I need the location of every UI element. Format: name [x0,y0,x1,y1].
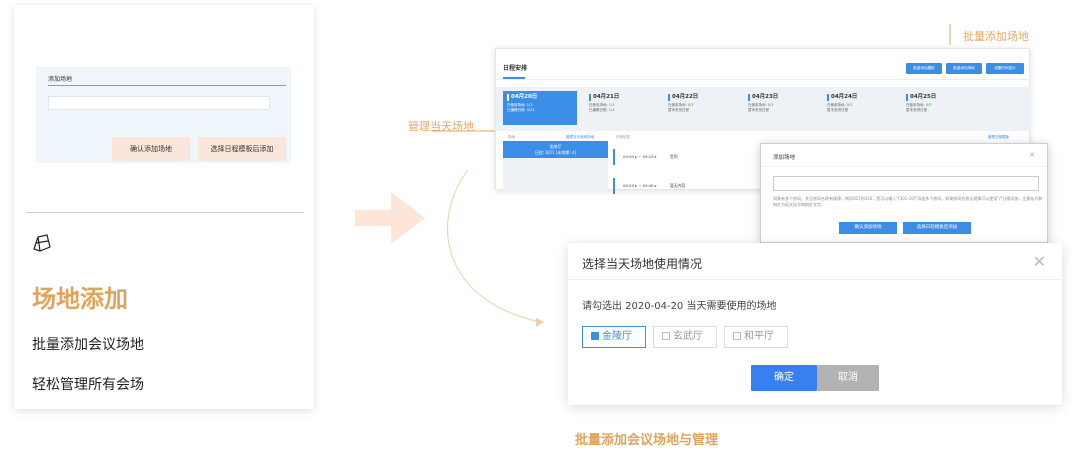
schedule-slot[interactable]: 09:00 ▸ ~ 09:15 ▸ 签到 [613,149,763,165]
cancel-button[interactable]: 取消 [817,365,879,391]
figure-caption: 批量添加会议场地与管理 [575,433,719,448]
dialog-title: 添加场地 [773,155,796,161]
checkbox-icon [591,332,599,340]
dialog-title: 选择当天场地使用情况 [582,257,703,271]
venue-checkbox-jinling[interactable]: 金陵厅 [582,326,646,348]
venue-checkbox-xuanwu[interactable]: 玄武厅 [653,326,717,348]
annotation-manage-day: 管理当天场地 [408,120,474,133]
venue-checkbox-heping[interactable]: 和平厅 [724,326,788,348]
date-cell[interactable]: 04月21日 在使用场地: 1/3 已编辑日程: 1/4 [585,91,659,125]
manage-template-link[interactable]: 管理日程模板 [988,135,1009,140]
dialog-hint: 如果有多个房间，并且房间名称有规律，例如301到310，您可以输入"[301-1… [773,196,1043,207]
slot-name: 签到 [669,154,678,159]
date-strip: 04月20日 在使用场地: 1/3 已编辑日程: 0/21 04月21日 在使用… [496,87,1031,131]
dialog-question: 请勾选出 2020-04-20 当天需要使用的场地 [582,301,777,312]
divider [568,279,1062,280]
date-cell[interactable]: 04月20日 在使用场地: 1/3 已编辑日程: 0/21 [503,91,577,125]
hall-item[interactable]: 金陵厅 日程: 0/21 (未排期: 4) [503,141,608,158]
ok-button[interactable]: 确定 [751,365,817,391]
venue-column-label: 场地 [508,135,515,139]
template-add-button[interactable]: 选择日程模板后添加 [903,222,971,234]
date-cell[interactable]: 04月25日 在使用场地: 0/3 暂未安排日程 [902,91,976,125]
date-label: 04月21日 [589,94,655,101]
schedule-info-label: 日程信息 [616,135,630,139]
close-icon[interactable]: ✕ [1029,151,1035,159]
manage-day-venues-link[interactable]: 管理当天使用场地 [566,135,594,140]
date-label: 04月22日 [668,94,734,101]
select-venues-dialog: 选择当天场地使用情况 ✕ 请勾选出 2020-04-20 当天需要使用的场地 金… [568,243,1062,405]
schedule-header: 日程安排 [503,65,528,72]
date-label: 04月23日 [748,94,814,101]
date-cell[interactable]: 04月22日 在使用场地: 0/3 暂未安排日程 [664,91,738,125]
slot-time: 09:25 ▸ ~ 09:40 ▸ [623,183,657,188]
close-icon[interactable]: ✕ [1033,252,1046,271]
time-display-button[interactable]: 设置时间显示 [986,63,1024,74]
add-venue-dialog: 添加场地 ✕ 如果有多个房间，并且房间名称有规律，例如301到310，您可以输入… [760,143,1048,243]
schedule-slot[interactable]: 09:25 ▸ ~ 09:40 ▸ 暂无内容 [613,178,763,194]
slot-time: 09:00 ▸ ~ 09:15 ▸ [623,154,657,159]
checkbox-icon [662,332,670,340]
slot-name: 暂无内容 [669,183,686,188]
venue-name-input[interactable] [773,176,1039,191]
batch-add-template-button[interactable]: 批量添加模板 [906,63,942,74]
date-label: 04月20日 [507,94,573,101]
hall-sub: 日程: 0/21 (未排期: 4) [534,150,577,155]
divider [761,166,1047,167]
batch-add-venue-button[interactable]: 批量添加场地 [946,63,982,74]
checkbox-icon [733,332,741,340]
annotation-batch-add: 批量添加场地 [963,30,1029,43]
divider [496,79,1031,80]
date-label: 04月25日 [906,94,972,101]
date-cell[interactable]: 04月23日 在使用场地: 0/3 暂未安排日程 [744,91,818,125]
confirm-add-venue-button[interactable]: 确认添加场地 [839,222,897,234]
date-label: 04月24日 [827,94,893,101]
date-cell[interactable]: 04月24日 在使用场地: 0/3 暂未安排日程 [823,91,897,125]
hall-column [503,158,608,191]
